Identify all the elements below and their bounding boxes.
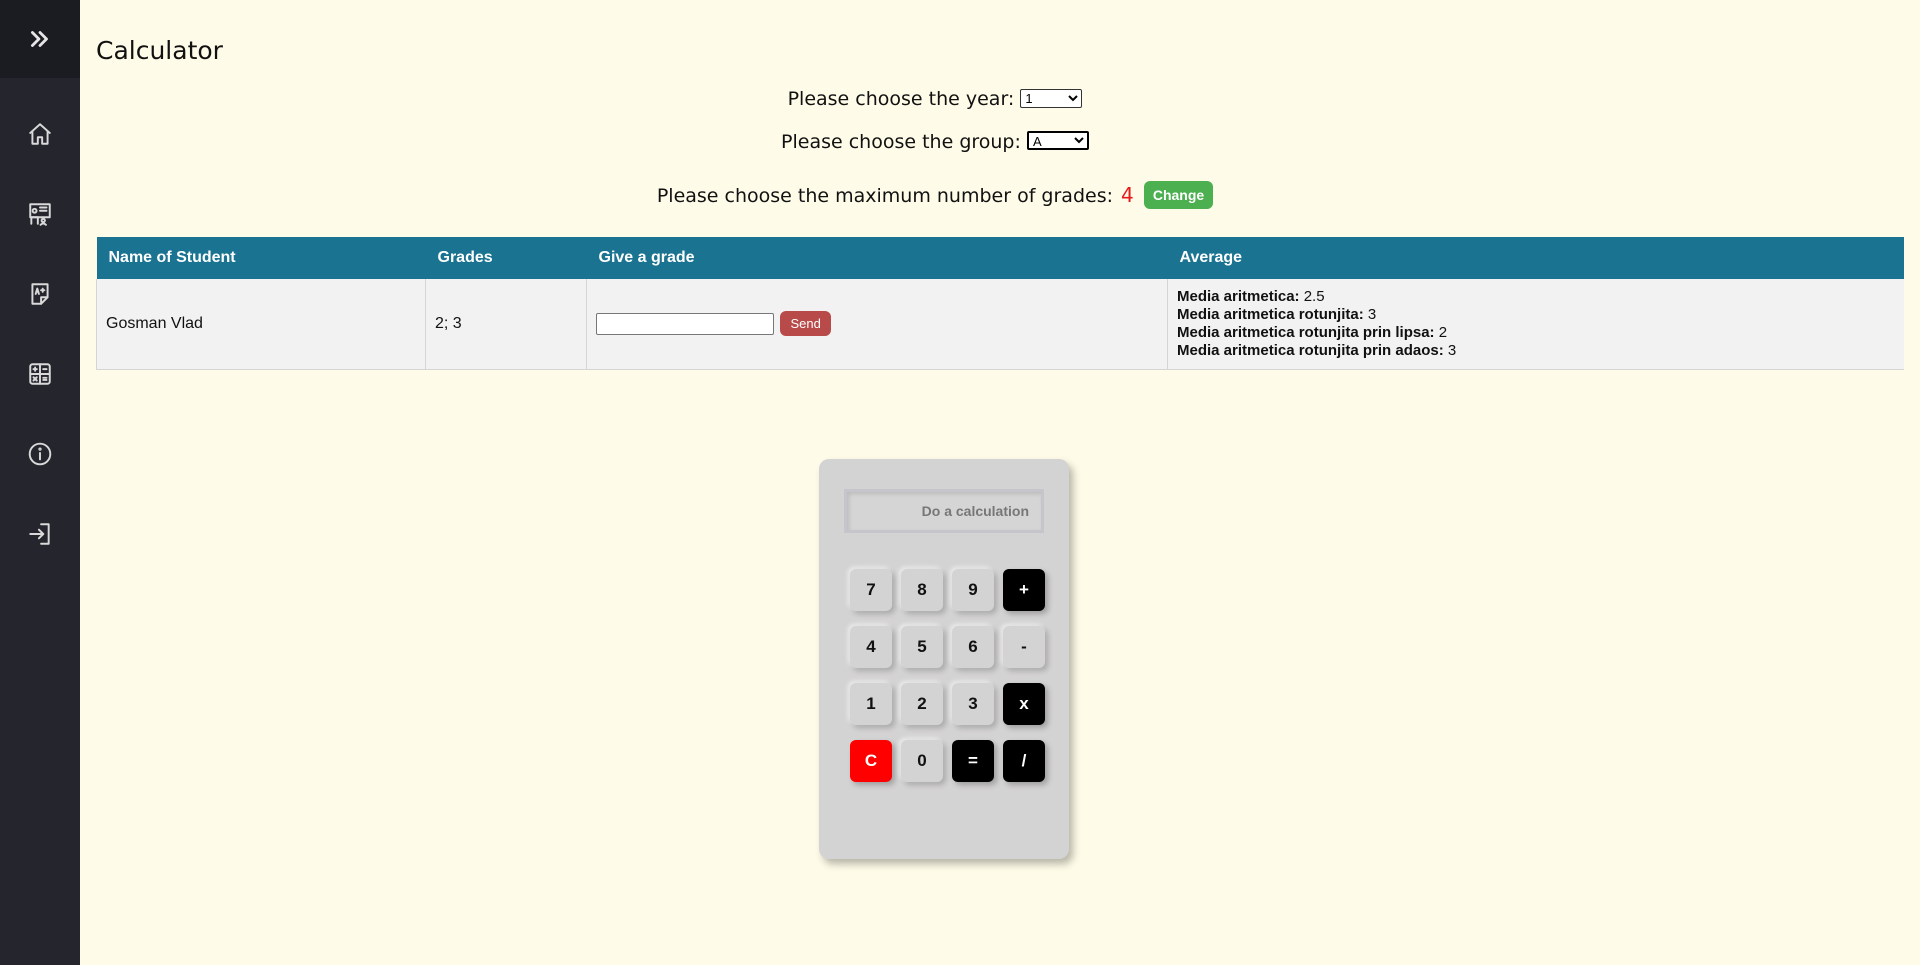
average-value: 3 xyxy=(1447,341,1457,359)
table-header-row: Name of Student Grades Give a grade Aver… xyxy=(96,237,1904,279)
key-equals[interactable]: = xyxy=(952,740,994,782)
max-grades-label: Please choose the maximum number of grad… xyxy=(656,185,1113,207)
group-label: Please choose the group: xyxy=(781,131,1021,153)
calculator-icon xyxy=(29,363,51,385)
column-header-average: Average xyxy=(1167,237,1904,279)
column-header-give-grade: Give a grade xyxy=(586,237,1168,279)
max-grades-row: Please choose the maximum number of grad… xyxy=(96,181,1904,209)
send-button[interactable]: Send xyxy=(780,311,831,337)
grade-input[interactable] xyxy=(596,312,774,335)
key-8[interactable]: 8 xyxy=(901,569,943,611)
sign-in-icon xyxy=(29,523,50,545)
year-row: Please choose the year: 1 xyxy=(96,88,1904,110)
max-grades-value: 4 xyxy=(1121,183,1134,207)
double-chevron-right-icon xyxy=(31,31,48,47)
student-grades: 2; 3 xyxy=(425,279,587,370)
grade-document-icon xyxy=(31,283,49,305)
sidebar-item-teacher[interactable] xyxy=(0,174,80,254)
average-line: Media aritmetica rotunjita: 3 xyxy=(1177,306,1895,324)
change-button[interactable]: Change xyxy=(1143,181,1214,209)
sidebar-item-logout[interactable] xyxy=(0,494,80,574)
sidebar-item-home[interactable] xyxy=(0,94,80,174)
average-cell: Media aritmetica: 2.5 Media aritmetica r… xyxy=(1167,279,1904,370)
year-select[interactable]: 1 xyxy=(1020,89,1083,108)
give-grade-cell: Send xyxy=(586,279,1168,370)
year-label: Please choose the year: xyxy=(787,88,1015,110)
key-7[interactable]: 7 xyxy=(850,569,892,611)
teacher-board-icon xyxy=(29,203,51,226)
key-6[interactable]: 6 xyxy=(952,626,994,668)
average-line: Media aritmetica rotunjita prin adaos: 3 xyxy=(1177,342,1895,360)
key-3[interactable]: 3 xyxy=(952,683,994,725)
sidebar-toggle[interactable] xyxy=(0,0,80,78)
group-select[interactable]: A xyxy=(1026,131,1089,150)
column-header-name: Name of Student xyxy=(96,237,426,279)
column-header-grades: Grades xyxy=(425,237,587,279)
group-row: Please choose the group: A xyxy=(96,131,1904,153)
page-title: Calculator xyxy=(96,36,223,65)
grades-table: Name of Student Grades Give a grade Aver… xyxy=(96,237,1904,370)
average-value: 2.5 xyxy=(1303,287,1325,305)
key-5[interactable]: 5 xyxy=(901,626,943,668)
key-plus[interactable]: + xyxy=(1003,569,1045,611)
calculator: Do a calculation 7 8 9 + 4 5 6 - 1 2 3 x… xyxy=(819,459,1069,859)
sidebar-item-info[interactable] xyxy=(0,414,80,494)
calculator-display[interactable]: Do a calculation xyxy=(844,489,1044,533)
table-row: Gosman Vlad 2; 3 Send Media aritmetica: … xyxy=(96,279,1904,370)
key-4[interactable]: 4 xyxy=(850,626,892,668)
key-multiply[interactable]: x xyxy=(1003,683,1045,725)
info-icon xyxy=(28,442,52,466)
average-label: Media aritmetica rotunjita: xyxy=(1177,305,1364,323)
key-minus[interactable]: - xyxy=(1003,626,1045,668)
student-name: Gosman Vlad xyxy=(96,279,426,370)
average-label: Media aritmetica: xyxy=(1177,287,1300,305)
sidebar xyxy=(0,0,80,965)
average-value: 2 xyxy=(1438,323,1448,341)
key-1[interactable]: 1 xyxy=(850,683,892,725)
key-clear[interactable]: C xyxy=(850,740,892,782)
average-label: Media aritmetica rotunjita prin lipsa: xyxy=(1177,323,1435,341)
key-0[interactable]: 0 xyxy=(901,740,943,782)
home-icon xyxy=(29,123,51,145)
average-line: Media aritmetica rotunjita prin lipsa: 2 xyxy=(1177,324,1895,342)
sidebar-item-grades[interactable] xyxy=(0,254,80,334)
key-2[interactable]: 2 xyxy=(901,683,943,725)
sidebar-item-calculator[interactable] xyxy=(0,334,80,414)
key-9[interactable]: 9 xyxy=(952,569,994,611)
average-value: 3 xyxy=(1367,305,1377,323)
key-divide[interactable]: / xyxy=(1003,740,1045,782)
average-line: Media aritmetica: 2.5 xyxy=(1177,288,1895,306)
average-label: Media aritmetica rotunjita prin adaos: xyxy=(1177,341,1444,359)
